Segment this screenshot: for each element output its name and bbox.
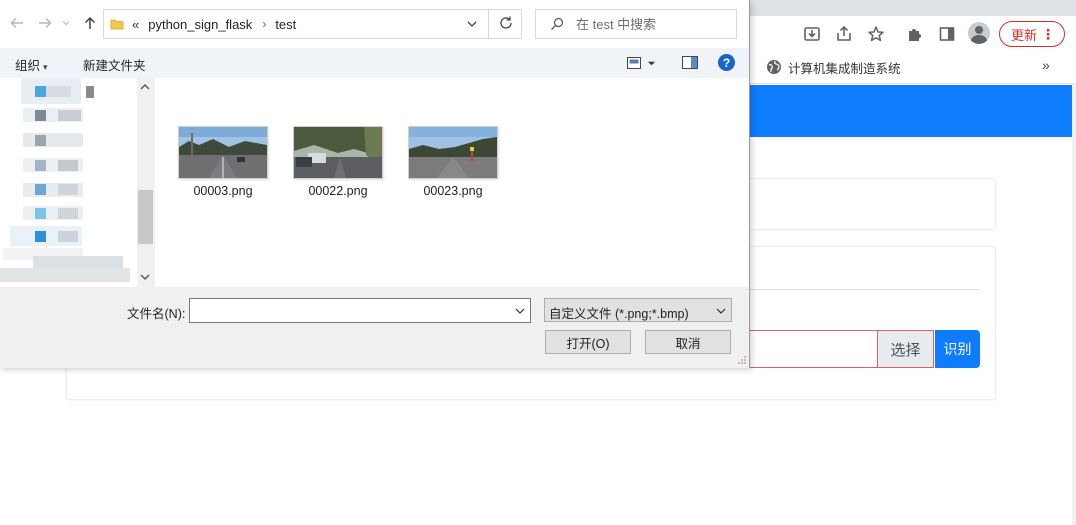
refresh-icon[interactable] bbox=[498, 15, 514, 31]
up-folder-icon[interactable] bbox=[81, 14, 99, 32]
page-scrollbar[interactable] bbox=[1072, 84, 1076, 525]
cancel-button[interactable]: 取消 bbox=[645, 330, 731, 354]
organize-label: 组织 bbox=[15, 59, 41, 73]
blurred-tree-item bbox=[35, 160, 46, 171]
extensions-puzzle-icon[interactable] bbox=[904, 23, 926, 45]
file-thumbnail bbox=[408, 126, 498, 179]
screen: 更新 ⋮ 计算机集成制造系统 » 选择 识别 « python_sign_fla… bbox=[0, 0, 1076, 525]
open-file-dialog: « python_sign_flask › test 组织▾ 新建文件夹 bbox=[0, 0, 750, 368]
browser-tab-strip bbox=[748, 0, 1076, 16]
breadcrumb-item-test[interactable]: test bbox=[275, 17, 296, 32]
file-tile[interactable]: 00023.png bbox=[406, 126, 500, 204]
install-app-icon[interactable] bbox=[801, 23, 823, 45]
blurred-tree-item bbox=[35, 208, 46, 219]
profile-avatar[interactable] bbox=[968, 22, 990, 44]
file-thumbnail bbox=[178, 126, 268, 179]
view-icon bbox=[627, 57, 641, 69]
breadcrumb-separator[interactable]: › bbox=[262, 17, 266, 31]
bookmark-label: 计算机集成制造系统 bbox=[788, 61, 901, 76]
back-icon[interactable] bbox=[8, 14, 26, 32]
blurred-tree-item bbox=[35, 86, 46, 97]
update-label: 更新 bbox=[1011, 27, 1038, 43]
file-name: 00003.png bbox=[193, 184, 253, 198]
choose-file-button[interactable]: 选择 bbox=[877, 330, 934, 368]
blurred-tree-item bbox=[58, 160, 78, 171]
organize-menu[interactable]: 组织 ▾ bbox=[15, 55, 48, 74]
update-button[interactable]: 更新 ⋮ bbox=[999, 21, 1065, 47]
card-divider bbox=[750, 289, 980, 290]
more-menu-icon[interactable]: ⋮ bbox=[1041, 27, 1055, 41]
address-dropdown-chevron-icon[interactable] bbox=[465, 17, 479, 31]
address-bar[interactable]: « python_sign_flask › test bbox=[103, 9, 522, 39]
navigation-pane[interactable] bbox=[0, 78, 137, 287]
globe-icon bbox=[767, 60, 781, 74]
file-list: 00003.png 00022.png 00023.png bbox=[155, 78, 749, 287]
search-box[interactable] bbox=[535, 9, 737, 39]
blurred-tree-item bbox=[58, 208, 78, 219]
scroll-down-icon[interactable] bbox=[140, 272, 150, 282]
share-icon[interactable] bbox=[833, 23, 855, 45]
blurred-tree-item bbox=[58, 231, 78, 242]
navigation-pane-scrollbar[interactable] bbox=[137, 78, 154, 287]
page-header-bar bbox=[748, 85, 1072, 137]
command-bar: 组织 ▾ 新建文件夹 ? bbox=[0, 48, 749, 78]
filetype-value: 自定义文件 (*.png;*.bmp) bbox=[549, 307, 689, 321]
preview-pane-icon[interactable] bbox=[682, 56, 698, 69]
folder-icon bbox=[110, 19, 124, 30]
search-input[interactable] bbox=[576, 16, 736, 32]
blurred-tree-item bbox=[0, 268, 130, 282]
blurred-tree-item bbox=[35, 110, 46, 121]
file-thumbnail bbox=[293, 126, 383, 179]
address-divider bbox=[488, 10, 489, 38]
help-icon[interactable]: ? bbox=[718, 54, 735, 71]
blurred-tree-item bbox=[46, 86, 71, 97]
file-tile[interactable]: 00003.png bbox=[176, 126, 270, 204]
file-tile[interactable]: 00022.png bbox=[291, 126, 385, 204]
breadcrumb-item-python-sign-flask[interactable]: python_sign_flask bbox=[148, 17, 252, 32]
change-view-button[interactable] bbox=[627, 55, 663, 71]
resize-grip-icon[interactable] bbox=[737, 355, 747, 365]
dialog-footer: 文件名(N): 自定义文件 (*.png;*.bmp) 打开(O) 取消 bbox=[0, 287, 749, 368]
blurred-tree-item bbox=[35, 184, 46, 195]
filename-input[interactable] bbox=[190, 299, 508, 322]
file-name: 00023.png bbox=[423, 184, 483, 198]
blurred-tree-item bbox=[23, 133, 83, 147]
blurred-tree-item bbox=[35, 231, 46, 242]
chevron-down-icon bbox=[716, 308, 726, 314]
breadcrumb-overflow[interactable]: « bbox=[132, 17, 139, 32]
filetype-select[interactable]: 自定义文件 (*.png;*.bmp) bbox=[544, 298, 732, 322]
filename-label: 文件名(N): bbox=[127, 307, 186, 321]
chevron-down-icon[interactable] bbox=[514, 305, 526, 317]
filename-combo[interactable] bbox=[189, 298, 531, 323]
file-name: 00022.png bbox=[308, 184, 368, 198]
scroll-up-icon[interactable] bbox=[140, 82, 150, 92]
bookmarks-more-button[interactable]: » bbox=[1042, 57, 1050, 73]
forward-icon[interactable] bbox=[36, 14, 54, 32]
new-folder-button[interactable]: 新建文件夹 bbox=[83, 55, 146, 74]
blurred-tree-item bbox=[58, 184, 78, 195]
blurred-tree-item bbox=[58, 110, 81, 121]
scroll-thumb[interactable] bbox=[138, 190, 153, 244]
recognize-button[interactable]: 识别 bbox=[935, 330, 980, 368]
dialog-navigation-row: « python_sign_flask › test bbox=[0, 0, 749, 48]
blurred-tree-item bbox=[35, 135, 46, 146]
organize-dropdown-icon: ▾ bbox=[43, 62, 48, 72]
open-button[interactable]: 打开(O) bbox=[545, 330, 631, 354]
bookmark-star-icon[interactable] bbox=[865, 23, 887, 45]
view-dropdown-icon bbox=[647, 61, 656, 65]
bookmark-item[interactable]: 计算机集成制造系统 bbox=[766, 58, 901, 76]
search-icon bbox=[551, 17, 564, 30]
side-panel-icon[interactable] bbox=[936, 23, 958, 45]
recent-locations-chevron-icon[interactable] bbox=[60, 14, 72, 32]
blurred-tree-item bbox=[86, 86, 94, 98]
